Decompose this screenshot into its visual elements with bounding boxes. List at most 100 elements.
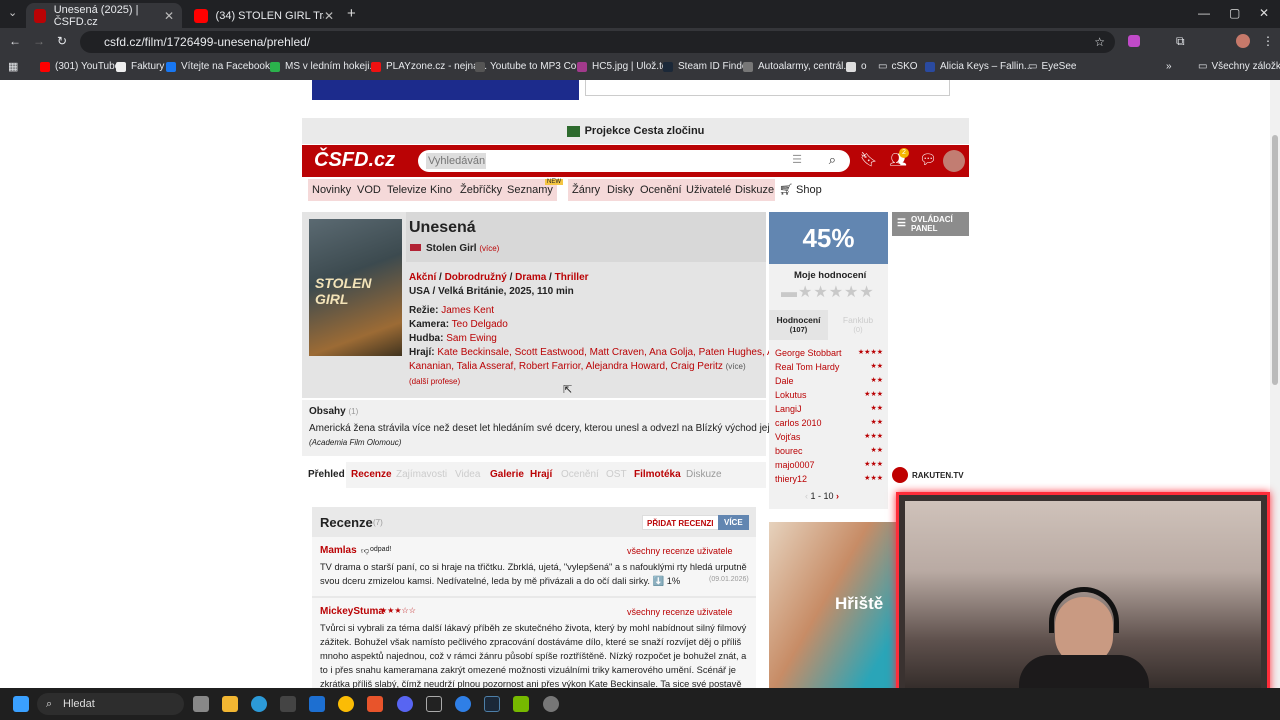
- nav-uzivatele[interactable]: Uživatelé: [682, 179, 736, 201]
- mail-icon[interactable]: [309, 696, 325, 712]
- all-user-reviews-link[interactable]: všechny recenze uživatele: [627, 607, 733, 617]
- minimize-icon[interactable]: —: [1198, 6, 1210, 20]
- scrollbar[interactable]: [1270, 80, 1280, 688]
- user-link[interactable]: Lokutus: [775, 390, 807, 400]
- tab-recenze[interactable]: Recenze: [351, 469, 392, 480]
- bookmark-item[interactable]: ▭ cSKO: [878, 61, 918, 72]
- tab-csfd[interactable]: Unesená (2025) | ČSFD.cz ✕: [26, 3, 182, 28]
- tab-hraji[interactable]: Hrají: [530, 469, 552, 480]
- orig-title-more[interactable]: (více): [479, 244, 499, 253]
- filter-icon[interactable]: ☰: [792, 153, 802, 166]
- genre-link[interactable]: Akční: [409, 272, 436, 283]
- store-icon[interactable]: [280, 696, 296, 712]
- bookmark-item[interactable]: PLAYzone.cz - nejna...: [371, 61, 487, 72]
- cast-more[interactable]: (více): [726, 362, 746, 371]
- maximize-icon[interactable]: ▢: [1229, 6, 1240, 20]
- rating-stars-input[interactable]: ▬★★★★★: [781, 282, 875, 302]
- nav-novinky[interactable]: Novinky: [308, 179, 356, 201]
- tab-oceneni[interactable]: Ocenění: [561, 469, 599, 480]
- director-link[interactable]: James Kent: [441, 305, 494, 316]
- search-box[interactable]: ☰ ⌕: [418, 150, 850, 172]
- rakuten-link[interactable]: RAKUTEN.TV: [892, 466, 969, 486]
- bookmark-item[interactable]: Vítejte na Facebook...: [166, 61, 278, 72]
- bookmark-item[interactable]: Alicia Keys – Fallin...: [925, 61, 1032, 72]
- search-icon[interactable]: ⌕: [829, 152, 836, 168]
- windows-start-icon[interactable]: [13, 696, 29, 712]
- back-icon[interactable]: ←: [9, 34, 21, 48]
- reload-icon[interactable]: ↻: [57, 34, 67, 48]
- nav-zanry[interactable]: Žánry: [568, 179, 605, 201]
- pager-next-icon[interactable]: ›: [834, 491, 839, 501]
- bookmark-item[interactable]: HC5.jpg | Ulož.to: [577, 61, 667, 72]
- file-explorer-icon[interactable]: [222, 696, 238, 712]
- bookmark-item[interactable]: Faktury: [116, 61, 164, 72]
- task-view-icon[interactable]: [193, 696, 209, 712]
- nav-disky[interactable]: Disky: [603, 179, 638, 201]
- bookmark-item[interactable]: MS v ledním hokeji...: [270, 61, 378, 72]
- brave-icon[interactable]: [367, 696, 383, 712]
- bookmark-star-icon[interactable]: ☆: [1094, 31, 1105, 53]
- tab-search-icon[interactable]: ⌄: [8, 6, 17, 19]
- tab-galerie[interactable]: Galerie: [490, 469, 524, 480]
- bookmark-item[interactable]: (301) YouTube: [40, 61, 120, 72]
- discord-icon[interactable]: [397, 696, 413, 712]
- cast-links[interactable]: Kate Beckinsale, Scott Eastwood, Matt Cr…: [437, 347, 789, 358]
- camera-link[interactable]: Teo Delgado: [452, 319, 508, 330]
- watchlist-icon[interactable]: 🔖︎: [860, 151, 878, 168]
- user-link[interactable]: carlos 2010: [775, 418, 822, 428]
- tab-youtube[interactable]: (34) STOLEN GIRL Trailer (2025) ✕: [186, 3, 342, 28]
- user-link[interactable]: George Stobbart: [775, 348, 842, 358]
- bookmark-item[interactable]: Autoalarmy, centrál...: [743, 61, 852, 72]
- chrome-icon[interactable]: [338, 696, 354, 712]
- close-tab-icon[interactable]: ✕: [164, 9, 174, 23]
- review-user[interactable]: MickeyStuma: [320, 606, 384, 617]
- close-window-icon[interactable]: ✕: [1259, 6, 1269, 20]
- nav-kino[interactable]: Kino: [426, 179, 457, 201]
- app-icon[interactable]: [455, 696, 471, 712]
- add-review-button[interactable]: PŘIDAT RECENZI: [642, 515, 719, 530]
- nav-zebricky[interactable]: Žebříčky: [456, 179, 507, 201]
- address-bar[interactable]: csfd.cz/film/1726499-unesena/prehled/ ☆: [80, 31, 1115, 53]
- bookmark-item[interactable]: Youtube to MP3 Co...: [475, 61, 585, 72]
- all-bookmarks[interactable]: ▭ Všechny záložky: [1198, 61, 1280, 72]
- genre-link[interactable]: Dobrodružný: [445, 272, 507, 283]
- tab-diskuze[interactable]: Diskuze: [686, 469, 722, 480]
- projection-banner[interactable]: Projekce Cesta zločinu: [302, 118, 969, 144]
- cast-links[interactable]: Kananian, Talia Asseraf, Robert Farrior,…: [409, 361, 723, 372]
- tab-zajimavosti[interactable]: Zajímavosti: [396, 469, 447, 480]
- nav-oceneni[interactable]: Ocenění: [636, 179, 686, 201]
- csfd-logo[interactable]: ČSFD.cz: [314, 149, 395, 172]
- menu-icon[interactable]: ⋮: [1262, 34, 1274, 48]
- top-banner-ad[interactable]: [312, 80, 579, 100]
- bookmark-item[interactable]: ▭ EyeSee: [1028, 61, 1076, 72]
- music-link[interactable]: Sam Ewing: [446, 333, 497, 344]
- new-tab-button[interactable]: +: [347, 5, 356, 22]
- all-user-reviews-link[interactable]: všechny recenze uživatele: [627, 546, 733, 556]
- bookmark-item[interactable]: o: [846, 61, 867, 72]
- scrollbar-thumb[interactable]: [1272, 135, 1278, 385]
- taskbar-search[interactable]: ⌕ Hledat: [37, 693, 184, 715]
- more-professions-link[interactable]: (další profese): [409, 377, 460, 386]
- tab-prehled[interactable]: Přehled: [308, 469, 345, 480]
- genre-link[interactable]: Thriller: [555, 272, 589, 283]
- profile-avatar[interactable]: [1236, 34, 1250, 48]
- tab-ost[interactable]: OST: [606, 469, 627, 480]
- bookmark-item[interactable]: Steam ID Finder: [663, 61, 751, 72]
- user-link[interactable]: thiery12: [775, 474, 807, 484]
- review-user[interactable]: Mamlas: [320, 545, 357, 556]
- user-link[interactable]: bourec: [775, 446, 803, 456]
- control-panel-button[interactable]: ☰ OVLÁDACÍ PANEL: [892, 212, 969, 236]
- nav-diskuze[interactable]: Diskuze: [731, 179, 779, 201]
- extension-icon[interactable]: [1128, 35, 1140, 47]
- tab-fanclub[interactable]: Fanklub (0): [828, 310, 888, 340]
- film-poster[interactable]: STOLEN GIRL: [309, 219, 402, 356]
- nav-shop[interactable]: 🛒︎ Shop: [775, 179, 826, 201]
- epic-games-icon[interactable]: [426, 696, 442, 712]
- user-link[interactable]: LangiJ: [775, 404, 802, 414]
- close-tab-icon[interactable]: ✕: [324, 9, 334, 23]
- user-avatar[interactable]: [943, 150, 965, 172]
- side-ad-image[interactable]: Hřiště: [769, 522, 897, 688]
- tab-ratings[interactable]: Hodnocení (107): [769, 310, 828, 340]
- search-input[interactable]: [426, 153, 486, 169]
- user-link[interactable]: Real Tom Hardy: [775, 362, 839, 372]
